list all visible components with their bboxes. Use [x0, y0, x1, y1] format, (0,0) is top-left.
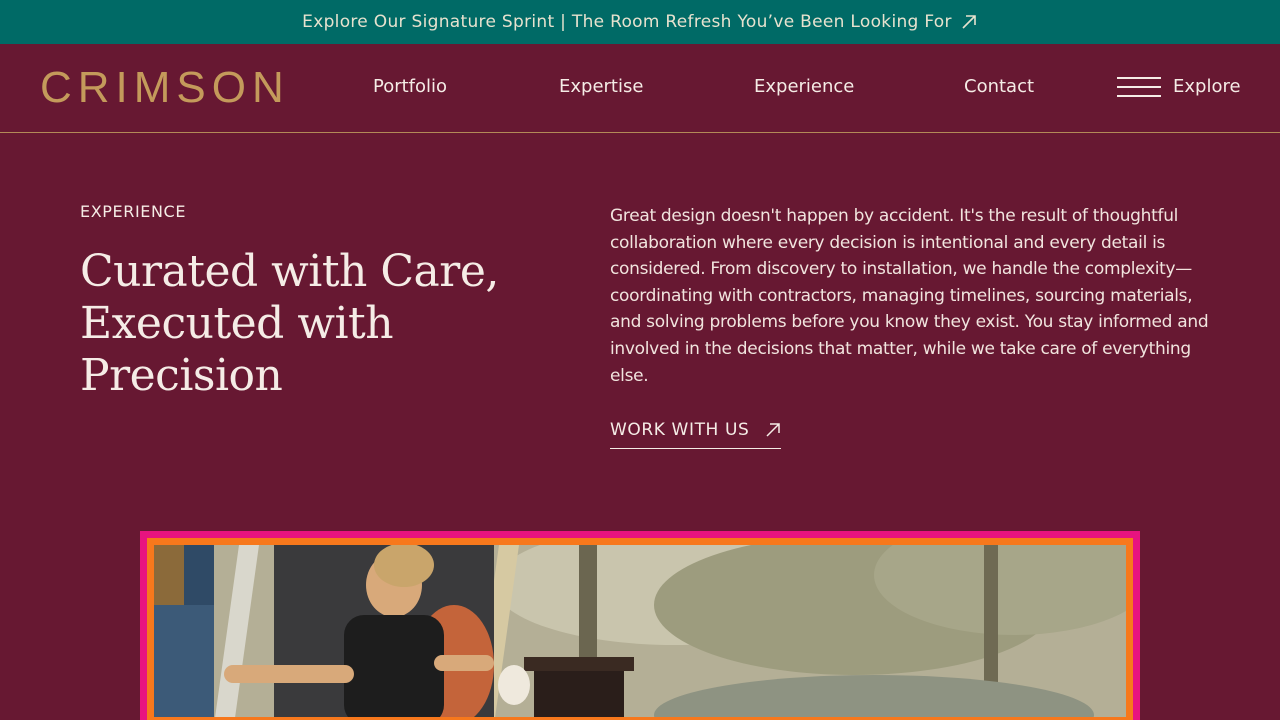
featured-photo-inner-border — [147, 538, 1133, 720]
section-eyebrow: EXPERIENCE — [80, 202, 187, 221]
featured-photo-frame — [140, 531, 1140, 720]
explore-menu-button[interactable]: Explore — [1117, 75, 1241, 99]
photo-illustration — [154, 545, 1126, 717]
explore-label: Explore — [1173, 76, 1241, 97]
nav-link-contact[interactable]: Contact — [964, 75, 1034, 99]
announcement-text: Explore Our Signature Sprint | The Room … — [302, 12, 952, 32]
featured-photo — [154, 545, 1126, 717]
crimson-logo[interactable]: CRIMSON — [40, 66, 290, 110]
cta-label: WORK WITH US — [610, 420, 750, 440]
announcement-bar-link[interactable]: Explore Our Signature Sprint | The Room … — [0, 0, 1280, 44]
nav-link-portfolio[interactable]: Portfolio — [373, 75, 447, 99]
arrow-up-right-icon — [766, 423, 781, 437]
section-body-text: Great design doesn't happen by accident.… — [610, 206, 1209, 386]
site-header: CRIMSON Portfolio Expertise Experience C… — [0, 44, 1280, 133]
hamburger-menu-icon — [1117, 76, 1161, 98]
section-headline: Curated with Care, Executed with Precisi… — [80, 246, 499, 401]
arrow-up-right-icon — [962, 15, 976, 29]
nav-link-experience[interactable]: Experience — [754, 75, 854, 99]
nav-link-expertise[interactable]: Expertise — [559, 75, 643, 99]
work-with-us-link[interactable]: WORK WITH US — [610, 420, 782, 449]
